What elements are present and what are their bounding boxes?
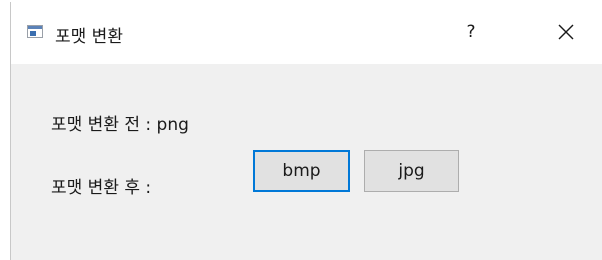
format-after-label: 포맷 변환 후 :: [51, 178, 152, 198]
bmp-button[interactable]: bmp: [253, 150, 350, 192]
window-app-icon: [27, 25, 43, 38]
format-before-label: 포맷 변환 전 :: [51, 115, 152, 135]
jpg-button[interactable]: jpg: [364, 150, 459, 192]
close-button[interactable]: [548, 16, 584, 48]
dialog-window: 포맷 변환 ? 포맷 변환 전 : png 포맷 변환 후 : bmp jpg: [10, 2, 602, 260]
window-title: 포맷 변환: [55, 27, 123, 47]
close-icon: [558, 24, 574, 40]
format-before-row: 포맷 변환 전 : png: [51, 110, 189, 135]
help-button[interactable]: ?: [456, 16, 486, 48]
format-before-value: png: [156, 115, 189, 135]
title-bar: 포맷 변환 ?: [11, 2, 602, 64]
